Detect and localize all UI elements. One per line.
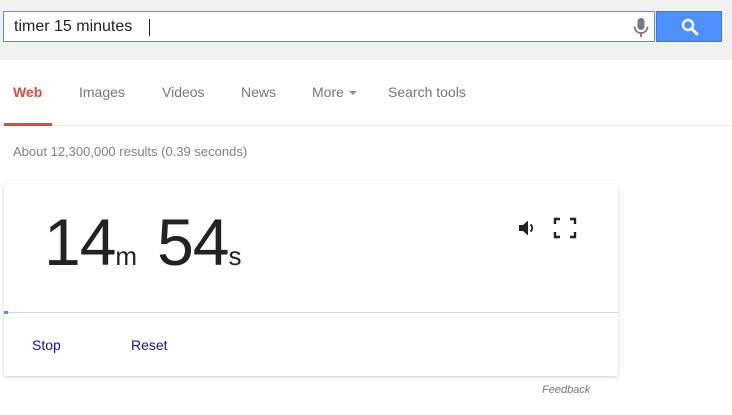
- timer-seconds-unit: s: [228, 241, 242, 271]
- tab-web[interactable]: Web: [13, 84, 42, 100]
- tab-news[interactable]: News: [241, 84, 276, 100]
- search-box[interactable]: [3, 11, 655, 42]
- results-area: About 12,300,000 results (0.39 seconds) …: [0, 126, 732, 415]
- stop-button[interactable]: Stop: [32, 337, 61, 353]
- sound-icon[interactable]: [518, 219, 538, 242]
- tab-more-label: More: [312, 84, 344, 100]
- timer-display: 14m 54s: [44, 202, 242, 282]
- timer-card: 14m 54s Stop Reset: [4, 184, 618, 376]
- search-tabs: Web Images Videos News More Search tools: [0, 60, 732, 126]
- search-icon: [681, 18, 699, 36]
- tab-images[interactable]: Images: [79, 84, 125, 100]
- progress-track: [4, 312, 618, 313]
- tab-videos[interactable]: Videos: [162, 84, 205, 100]
- tab-search-tools[interactable]: Search tools: [388, 84, 466, 100]
- reset-button[interactable]: Reset: [131, 337, 168, 353]
- timer-minutes: 14: [44, 205, 116, 279]
- result-stats: About 12,300,000 results (0.39 seconds): [13, 144, 248, 159]
- search-header: [0, 0, 732, 60]
- progress-fill: [4, 311, 8, 314]
- timer-minutes-unit: m: [115, 241, 138, 271]
- microphone-icon[interactable]: [630, 16, 652, 40]
- feedback-link[interactable]: Feedback: [542, 384, 590, 396]
- text-caret: [149, 19, 150, 36]
- search-input[interactable]: [14, 12, 614, 41]
- timer-seconds: 54: [157, 205, 229, 279]
- fullscreen-icon[interactable]: [553, 217, 577, 244]
- tab-more[interactable]: More: [312, 84, 357, 100]
- search-button[interactable]: [656, 11, 722, 42]
- dropdown-arrow-icon: [348, 91, 357, 96]
